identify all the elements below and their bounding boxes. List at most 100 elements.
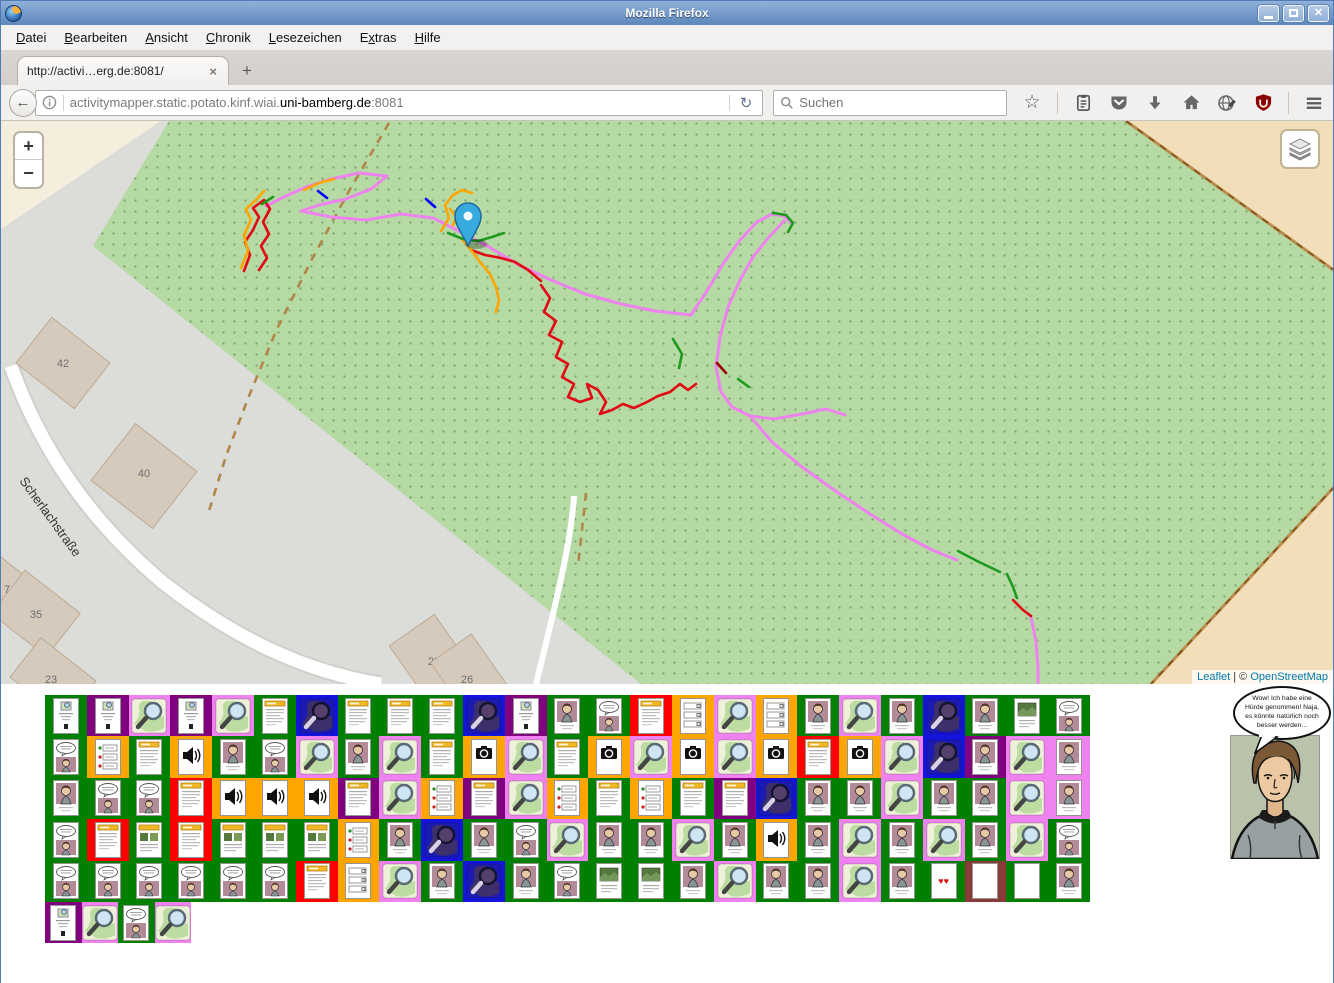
mosaic-tile-speaker[interactable] [296, 778, 338, 819]
mosaic-tile-note[interactable] [797, 736, 839, 777]
mosaic-tile-mapdark[interactable] [463, 695, 505, 736]
mosaic-tile-mapdark[interactable] [463, 861, 505, 902]
mosaic-tile-speaker[interactable] [170, 736, 212, 777]
mosaic-tile-mapdark[interactable] [923, 695, 965, 736]
close-button[interactable]: ✕ [1308, 5, 1329, 22]
mosaic-tile-avatar[interactable] [714, 819, 756, 860]
mosaic-tile-bubble[interactable] [45, 861, 87, 902]
tab-active[interactable]: http://activi…erg.de:8081/ × [17, 56, 229, 85]
mosaic-tile-avatar[interactable] [965, 695, 1007, 736]
mosaic-tile-map[interactable] [881, 778, 923, 819]
mosaic-tile-map[interactable] [839, 819, 881, 860]
mosaic-tile-form[interactable] [338, 861, 380, 902]
mosaic-tile-map[interactable] [379, 861, 421, 902]
search-box[interactable] [773, 90, 1007, 116]
mosaic-tile-avatar[interactable] [965, 819, 1007, 860]
mosaic-tile-avatar[interactable] [881, 861, 923, 902]
mosaic-tile-bubble[interactable] [170, 861, 212, 902]
menu-datei[interactable]: Datei [7, 26, 55, 49]
mosaic-tile-map[interactable] [1006, 819, 1048, 860]
mosaic-tile-avatar[interactable] [212, 736, 254, 777]
mosaic-tile-note[interactable] [547, 736, 589, 777]
mosaic-tile-photo[interactable] [588, 861, 630, 902]
mosaic-tile-note[interactable] [672, 778, 714, 819]
mosaic-tile-note[interactable] [463, 778, 505, 819]
mosaic-tile-photonote[interactable] [254, 819, 296, 860]
search-input[interactable] [799, 95, 979, 110]
mosaic-tile-avatar[interactable] [797, 695, 839, 736]
mosaic-tile-checklist[interactable] [630, 778, 672, 819]
mosaic-tile-hearts[interactable]: ♥♥ [923, 861, 965, 902]
mosaic-tile-avatar[interactable] [672, 861, 714, 902]
mosaic-tile-avatar[interactable] [505, 861, 547, 902]
mosaic-tile-map[interactable] [881, 736, 923, 777]
mosaic-tile-note[interactable] [588, 778, 630, 819]
mosaic-tile-note[interactable] [379, 695, 421, 736]
mosaic-tile-mapdark[interactable] [296, 695, 338, 736]
mosaic-tile-map[interactable] [505, 736, 547, 777]
mosaic-tile-map[interactable] [379, 736, 421, 777]
mosaic-tile-form[interactable] [756, 695, 798, 736]
mosaic-tile-map[interactable] [379, 778, 421, 819]
mosaic-tile-avatar[interactable] [630, 819, 672, 860]
mosaic-tile-camera[interactable] [588, 736, 630, 777]
reload-button[interactable]: ↻ [736, 94, 757, 112]
mosaic-tile-mapdoc[interactable] [505, 695, 547, 736]
mosaic-tile-bubble[interactable] [505, 819, 547, 860]
mosaic-tile-note[interactable] [254, 695, 296, 736]
mosaic-tile-avatar[interactable] [588, 819, 630, 860]
mosaic-tile-avatar[interactable] [839, 778, 881, 819]
mosaic-tile-map[interactable] [547, 819, 589, 860]
mosaic-tile-avatar[interactable] [923, 778, 965, 819]
mosaic-tile-bubble[interactable] [588, 695, 630, 736]
mosaic-tile-note[interactable] [338, 778, 380, 819]
mosaic-tile-bubble[interactable] [87, 861, 129, 902]
mosaic-tile-bubble[interactable] [45, 736, 87, 777]
menu-bearbeiten[interactable]: Bearbeiten [55, 26, 136, 49]
mosaic-tile-map[interactable] [714, 695, 756, 736]
mosaic-tile-note[interactable] [87, 819, 129, 860]
mosaic-tile-note[interactable] [129, 736, 171, 777]
mosaic-tile-map[interactable] [129, 695, 171, 736]
mosaic-tile-checklist[interactable] [547, 778, 589, 819]
extension-globe-icon[interactable] [1216, 92, 1238, 114]
mosaic-tile-map[interactable] [1006, 778, 1048, 819]
mosaic-tile-avatar[interactable] [338, 736, 380, 777]
mosaic-tile-map[interactable] [1006, 736, 1048, 777]
new-tab-button[interactable]: + [233, 59, 261, 83]
mosaic-tile-avatar[interactable] [1048, 861, 1090, 902]
mosaic-tile-map[interactable] [672, 819, 714, 860]
mosaic-tile-mapdoc[interactable] [45, 902, 82, 943]
mosaic-tile-avatar[interactable] [1048, 736, 1090, 777]
mosaic-tile-note[interactable] [170, 778, 212, 819]
mosaic-tile-avatar[interactable] [45, 778, 87, 819]
mosaic-tile-bubble[interactable] [118, 902, 155, 943]
mosaic-tile-map[interactable] [714, 736, 756, 777]
mosaic-tile-photo[interactable] [1006, 695, 1048, 736]
mosaic-tile-map[interactable] [82, 902, 119, 943]
mosaic-tile-avatar[interactable] [797, 778, 839, 819]
mosaic-tile-mapdoc[interactable] [45, 695, 87, 736]
mosaic-tile-avatar[interactable] [797, 819, 839, 860]
maximize-button[interactable] [1283, 5, 1304, 22]
mosaic-tile-map[interactable] [505, 778, 547, 819]
mosaic-tile-camera[interactable] [839, 736, 881, 777]
mosaic-tile-mapdark[interactable] [756, 778, 798, 819]
mosaic-tile-camera[interactable] [756, 736, 798, 777]
mosaic-tile-speaker[interactable] [212, 778, 254, 819]
mosaic-tile-mapdoc[interactable] [170, 695, 212, 736]
menu-lesezeichen[interactable]: Lesezeichen [260, 26, 351, 49]
minimize-button[interactable] [1258, 5, 1279, 22]
mosaic-tile-note[interactable] [630, 695, 672, 736]
mosaic-tile-map[interactable] [714, 861, 756, 902]
downloads-icon[interactable] [1144, 92, 1166, 114]
mosaic-tile-avatar[interactable] [547, 695, 589, 736]
osm-link[interactable]: OpenStreetMap [1250, 671, 1328, 683]
mosaic-tile-blank[interactable] [965, 861, 1007, 902]
mosaic-tile-map[interactable] [630, 736, 672, 777]
url-bar[interactable]: activitymapper.static.potato.kinf.wiai.u… [35, 90, 764, 116]
mosaic-tile-map[interactable] [296, 736, 338, 777]
mosaic-tile-mapdoc[interactable] [87, 695, 129, 736]
mosaic-tile-bubble[interactable] [45, 819, 87, 860]
mosaic-tile-blank[interactable] [1006, 861, 1048, 902]
